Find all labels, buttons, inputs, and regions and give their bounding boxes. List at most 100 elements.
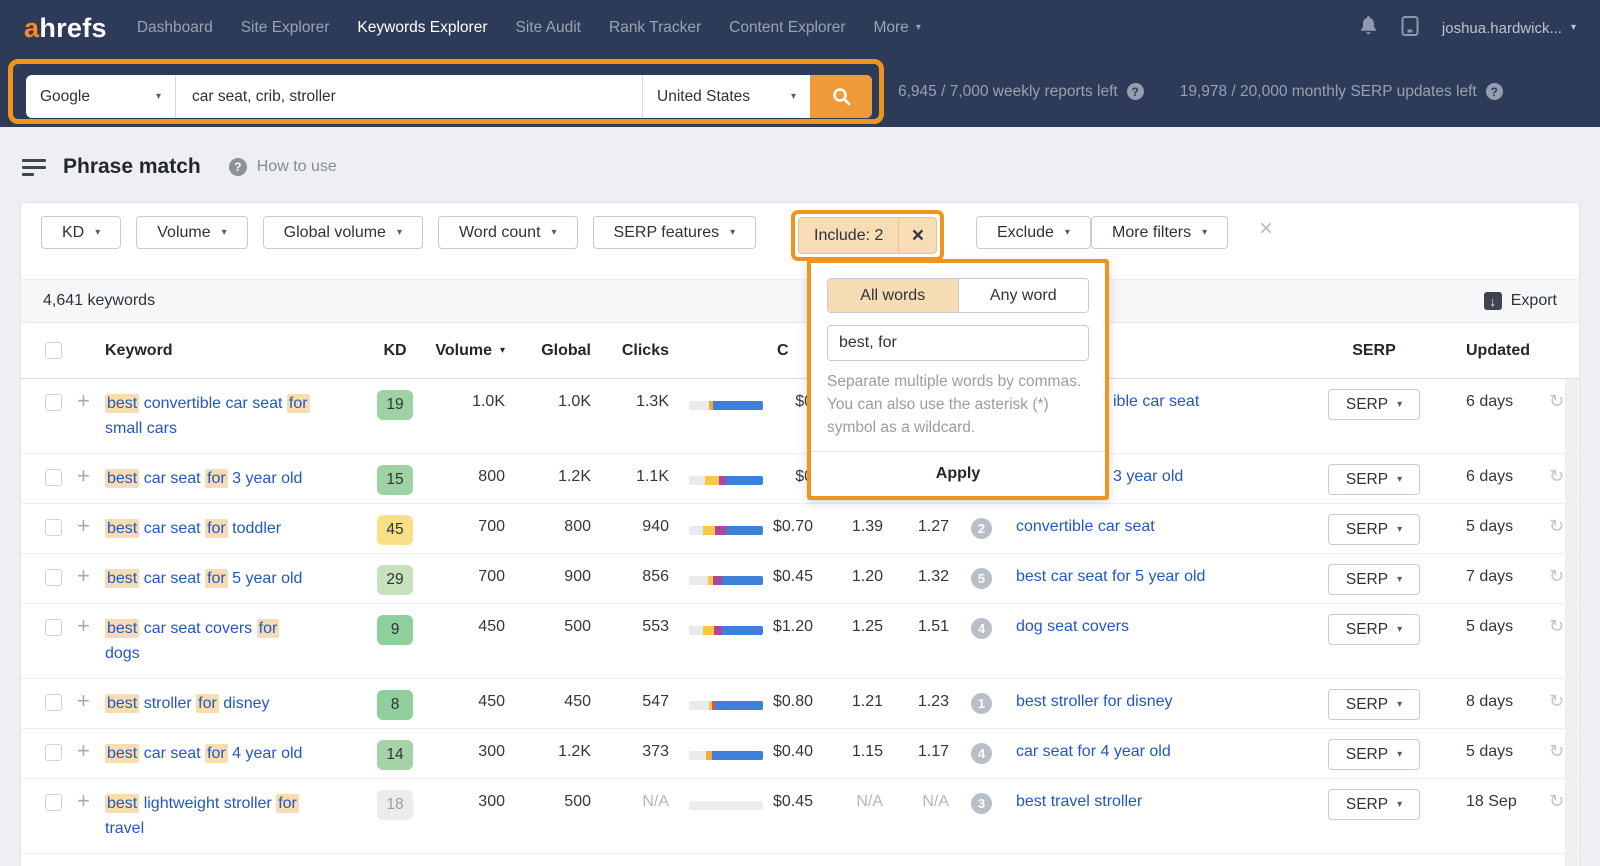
add-to-list-icon[interactable]: +: [77, 788, 90, 814]
keyword-link[interactable]: best convertible car seat forsmall cars: [105, 391, 359, 441]
add-to-list-icon[interactable]: +: [77, 388, 90, 414]
include-filter-button[interactable]: Include: 2 ×: [798, 217, 937, 254]
keywords-input[interactable]: [176, 75, 642, 118]
highlighted-term: for: [205, 569, 228, 588]
include-clear-icon[interactable]: ×: [898, 218, 936, 253]
header-global[interactable]: Global: [511, 323, 591, 379]
parent-topic-link[interactable]: best travel stroller: [1016, 793, 1142, 811]
header-cpc[interactable]: C: [777, 323, 789, 379]
nav-item-dashboard[interactable]: Dashboard: [137, 19, 213, 37]
add-to-list-icon[interactable]: +: [77, 513, 90, 539]
include-filter-label[interactable]: Include: 2: [799, 218, 898, 253]
row-checkbox[interactable]: [45, 619, 62, 636]
add-to-list-icon[interactable]: +: [77, 688, 90, 714]
filter-dropdown-kd[interactable]: KD▾: [41, 216, 121, 249]
header-clicks[interactable]: Clicks: [589, 323, 669, 379]
serp-dropdown-button[interactable]: SERP▾: [1328, 464, 1420, 495]
serp-dropdown-button[interactable]: SERP▾: [1328, 739, 1420, 770]
parent-topic-link[interactable]: convertible car seat: [1016, 518, 1155, 536]
serp-features-count-badge: 3: [971, 793, 992, 814]
keyword-link[interactable]: best car seat for 5 year old: [105, 566, 359, 591]
add-to-list-icon[interactable]: +: [77, 563, 90, 589]
nav-item-keywords-explorer[interactable]: Keywords Explorer: [357, 19, 487, 37]
keyword-link[interactable]: best lightweight stroller fortravel: [105, 791, 359, 841]
user-menu[interactable]: joshua.hardwick...▾: [1442, 20, 1576, 37]
clicks-value: 553: [597, 618, 669, 636]
filter-dropdown-exclude[interactable]: Exclude▾: [976, 216, 1091, 249]
add-to-list-icon[interactable]: +: [77, 463, 90, 489]
refresh-icon[interactable]: ↻: [1549, 391, 1564, 412]
refresh-icon[interactable]: ↻: [1549, 566, 1564, 587]
search-button[interactable]: [810, 75, 872, 118]
parent-topic-link[interactable]: dog seat covers: [1016, 618, 1129, 636]
notifications-bell-icon[interactable]: [1359, 15, 1378, 41]
add-to-list-icon[interactable]: +: [77, 738, 90, 764]
search-engine-select[interactable]: Google▾: [26, 75, 176, 118]
vertical-scrollbar[interactable]: [1565, 379, 1578, 866]
country-select[interactable]: United States▾: [642, 75, 810, 118]
tab-all-words[interactable]: All words: [828, 279, 958, 312]
serp-dropdown-button[interactable]: SERP▾: [1328, 614, 1420, 645]
serp-dropdown-button[interactable]: SERP▾: [1328, 689, 1420, 720]
keyword-link[interactable]: best car seat for 3 year old: [105, 466, 359, 491]
feedback-device-icon[interactable]: [1400, 15, 1420, 42]
row-checkbox[interactable]: [45, 569, 62, 586]
nav-item-site-explorer[interactable]: Site Explorer: [241, 19, 330, 37]
add-to-list-icon[interactable]: +: [77, 613, 90, 639]
cpc-value: $0: [733, 468, 813, 486]
help-icon[interactable]: ?: [1127, 83, 1144, 100]
serp-dropdown-button[interactable]: SERP▾: [1328, 389, 1420, 420]
row-checkbox[interactable]: [45, 469, 62, 486]
filter-dropdown-serp-features[interactable]: SERP features▾: [593, 216, 757, 249]
serp-dropdown-button[interactable]: SERP▾: [1328, 564, 1420, 595]
keyword-link[interactable]: best car seat covers fordogs: [105, 616, 359, 666]
help-circle-icon[interactable]: ?: [229, 158, 247, 176]
row-checkbox[interactable]: [45, 744, 62, 761]
refresh-icon[interactable]: ↻: [1549, 741, 1564, 762]
refresh-icon[interactable]: ↻: [1549, 791, 1564, 812]
filter-dropdown-word-count[interactable]: Word count▾: [438, 216, 578, 249]
tab-any-word[interactable]: Any word: [958, 279, 1089, 312]
nav-item-more[interactable]: More▾: [873, 19, 920, 37]
how-to-use-link[interactable]: How to use: [257, 158, 337, 176]
row-checkbox[interactable]: [45, 794, 62, 811]
nav-item-site-audit[interactable]: Site Audit: [516, 19, 582, 37]
serp-dropdown-button[interactable]: SERP▾: [1328, 789, 1420, 820]
header-volume[interactable]: Volume▾: [401, 323, 505, 379]
parent-topic-link[interactable]: 3 year old: [1113, 468, 1183, 486]
refresh-icon[interactable]: ↻: [1549, 616, 1564, 637]
header-keyword[interactable]: Keyword: [105, 323, 173, 379]
parent-topic-link[interactable]: best stroller for disney: [1016, 693, 1173, 711]
select-all-checkbox[interactable]: [45, 342, 62, 359]
reports-menu-icon[interactable]: [22, 159, 46, 176]
chevron-down-icon: ▾: [1397, 750, 1402, 760]
include-terms-input[interactable]: [827, 325, 1089, 361]
nav-item-rank-tracker[interactable]: Rank Tracker: [609, 19, 701, 37]
parent-topic-link[interactable]: car seat for 4 year old: [1016, 743, 1171, 761]
row-checkbox[interactable]: [45, 694, 62, 711]
refresh-icon[interactable]: ↻: [1549, 691, 1564, 712]
table-row: + best car seat covers fordogs 9 450 500…: [21, 604, 1579, 679]
filter-dropdown-more-filters[interactable]: More filters▾: [1091, 216, 1228, 249]
serp-dropdown-button[interactable]: SERP▾: [1328, 514, 1420, 545]
keyword-link[interactable]: best car seat for toddler: [105, 516, 359, 541]
refresh-icon[interactable]: ↻: [1549, 466, 1564, 487]
filter-dropdown-volume[interactable]: Volume▾: [136, 216, 247, 249]
parent-topic-link[interactable]: ible car seat: [1113, 393, 1199, 411]
keyword-link[interactable]: best car seat for 4 year old: [105, 741, 359, 766]
row-checkbox[interactable]: [45, 519, 62, 536]
parent-topic-link[interactable]: best car seat for 5 year old: [1016, 568, 1205, 586]
clear-all-filters-icon[interactable]: ×: [1259, 217, 1273, 241]
row-checkbox[interactable]: [45, 394, 62, 411]
nav-item-content-explorer[interactable]: Content Explorer: [729, 19, 845, 37]
apply-button[interactable]: Apply: [811, 451, 1105, 496]
export-file-icon: ↓: [1484, 292, 1502, 310]
export-button[interactable]: ↓ Export: [1484, 292, 1557, 310]
keyword-link[interactable]: best stroller for disney: [105, 691, 359, 716]
help-icon[interactable]: ?: [1486, 83, 1503, 100]
refresh-icon[interactable]: ↻: [1549, 516, 1564, 537]
updated-value: 18 Sep: [1466, 793, 1546, 811]
ahrefs-logo[interactable]: ahrefs: [24, 13, 107, 44]
filter-dropdown-global-volume[interactable]: Global volume▾: [263, 216, 423, 249]
table-row: + best car seat for 3 year old 15 800 1.…: [21, 454, 1579, 504]
